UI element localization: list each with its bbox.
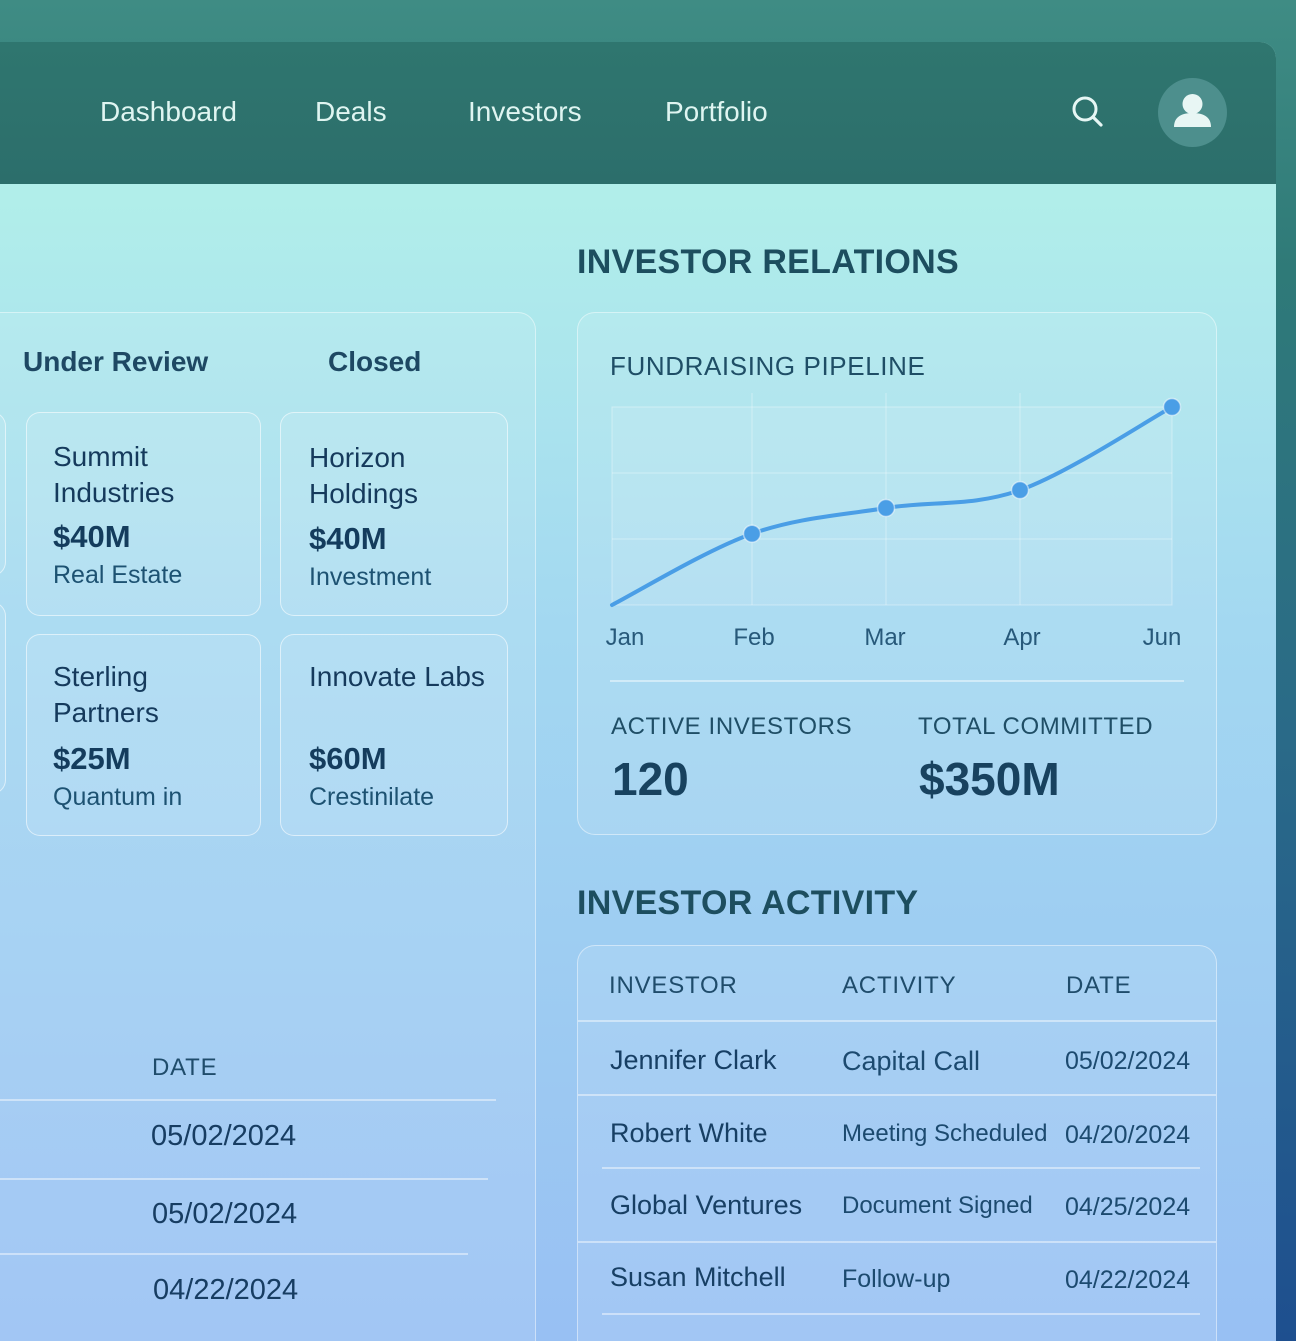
investor-name: Jennifer Clark [610, 1045, 777, 1075]
chart-title: FUNDRAISING PIPELINE [610, 351, 926, 381]
x-tick-label: Jun [1143, 624, 1182, 651]
left-table-date: 05/02/2024 [152, 1198, 298, 1230]
row-divider [578, 1241, 1216, 1243]
x-tick-label: Mar [864, 624, 905, 651]
row-divider [0, 1253, 468, 1255]
col-header-investor: INVESTOR [609, 972, 738, 999]
x-tick-label: Jan [606, 624, 645, 651]
deal-amount: $40M [309, 521, 387, 556]
user-icon [1174, 94, 1211, 127]
column-closed: Closed [328, 346, 422, 377]
total-committed-label: TOTAL COMMITTED [918, 713, 1154, 740]
deal-amount: $40M [53, 519, 131, 554]
left-table-date-header: DATE [152, 1054, 218, 1081]
deal-card-partial[interactable] [0, 412, 6, 576]
nav-investors[interactable]: Investors [468, 96, 582, 128]
left-table-date: 04/22/2024 [153, 1274, 299, 1306]
activity-date: 04/22/2024 [1065, 1266, 1191, 1294]
left-table-date: 05/02/2024 [151, 1120, 297, 1152]
activity-date: 05/02/2024 [1065, 1047, 1191, 1075]
data-point [1010, 480, 1030, 500]
activity-type: Document Signed [842, 1192, 1033, 1219]
app-window: Dashboard Deals Investors Portfolio Unde… [0, 42, 1276, 1341]
fundraising-chart: Jan Feb Mar Apr Jun [606, 393, 1182, 651]
deal-card-partial[interactable] [0, 602, 6, 794]
activity-date: 04/20/2024 [1065, 1121, 1191, 1149]
row-divider [578, 1020, 1216, 1022]
deal-name: Innovate Labs [309, 661, 485, 692]
deal-card[interactable]: Horizon Holdings $40M Investment [280, 412, 508, 616]
row-divider [602, 1167, 1200, 1169]
nav-deals[interactable]: Deals [315, 96, 387, 128]
data-point [1162, 397, 1182, 417]
deal-amount: $25M [53, 741, 131, 776]
total-committed-value: $350M [919, 753, 1060, 805]
investor-name: Robert White [610, 1118, 768, 1148]
column-under-review: Under Review [23, 346, 209, 377]
row-divider [0, 1099, 496, 1101]
row-divider [0, 1178, 488, 1180]
data-point [742, 524, 762, 543]
stats-divider [610, 680, 1184, 682]
deal-card[interactable]: Innovate Labs $60M Crestinilate [280, 634, 508, 836]
x-tick-label: Feb [733, 624, 774, 651]
deal-category: Real Estate [53, 561, 183, 589]
nav-portfolio[interactable]: Portfolio [665, 96, 768, 128]
deal-name: Sterling Partners [53, 661, 159, 728]
nav-dashboard[interactable]: Dashboard [100, 96, 237, 128]
deal-card[interactable]: Summit Industries $40M Real Estate [26, 412, 261, 616]
row-divider [578, 1094, 1216, 1096]
deal-category: Crestinilate [309, 783, 435, 811]
active-investors-label: ACTIVE INVESTORS [611, 713, 853, 740]
x-tick-label: Apr [1003, 624, 1040, 651]
top-nav-bar: Dashboard Deals Investors Portfolio [0, 42, 1276, 184]
activity-type: Follow-up [842, 1265, 951, 1293]
user-avatar[interactable] [1158, 78, 1227, 147]
col-header-activity: ACTIVITY [842, 972, 957, 999]
deal-card[interactable]: Sterling Partners $25M Quantum in [26, 634, 261, 836]
investor-relations-title: INVESTOR RELATIONS [577, 243, 959, 281]
activity-type: Meeting Scheduled [842, 1120, 1048, 1147]
search-icon[interactable] [1068, 92, 1108, 132]
deal-amount: $60M [309, 741, 387, 776]
data-point [876, 498, 896, 518]
activity-type: Capital Call [842, 1046, 981, 1076]
investor-name: Susan Mitchell [610, 1262, 786, 1292]
deal-category: Quantum in [53, 783, 183, 811]
active-investors-value: 120 [612, 753, 689, 805]
activity-date: 04/25/2024 [1065, 1193, 1191, 1221]
row-divider [602, 1313, 1200, 1315]
investor-activity-title: INVESTOR ACTIVITY [577, 884, 919, 922]
investor-name: Global Ventures [610, 1190, 803, 1220]
col-header-date: DATE [1066, 972, 1132, 999]
deal-name: Horizon Holdings [309, 442, 418, 509]
deal-name: Summit Industries [53, 441, 175, 508]
deal-category: Investment [309, 563, 432, 591]
